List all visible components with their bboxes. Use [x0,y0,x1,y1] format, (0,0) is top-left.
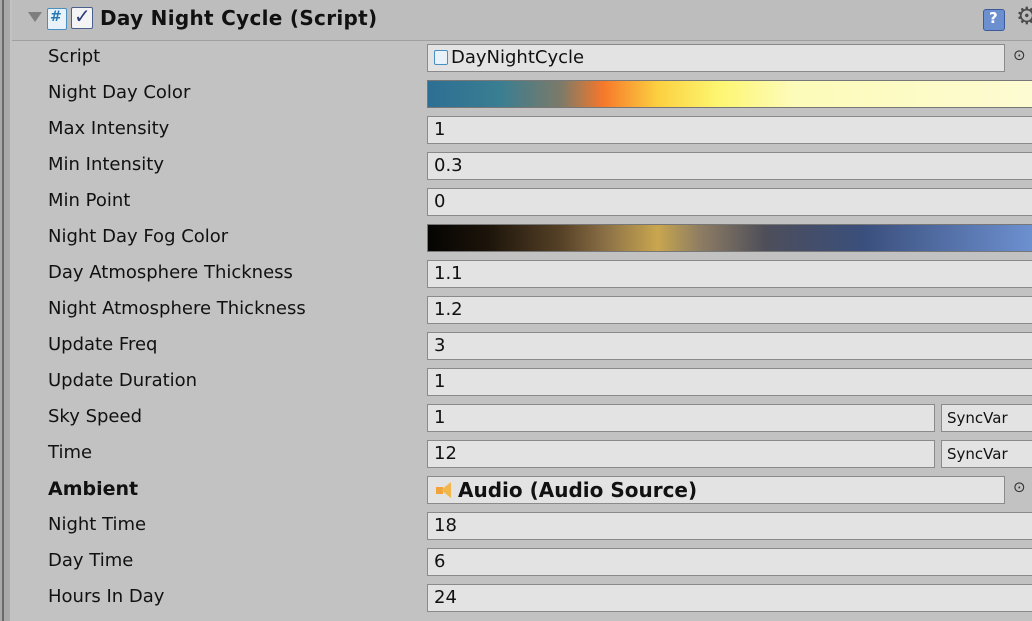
field-row-night-day-color: Night Day Color [12,76,1032,112]
ambient-object-field[interactable]: Audio (Audio Source) [427,476,1005,504]
field-label: Sky Speed [48,406,143,427]
ambient-object-name: Audio (Audio Source) [458,478,698,502]
field-label: Day Atmosphere Thickness [48,262,293,283]
night-atmosphere-thickness-input[interactable]: 1.2 [427,296,1032,324]
audio-source-icon [434,482,454,498]
field-label: Ambient [48,478,139,500]
field-label: Update Freq [48,334,158,355]
script-asset-icon [434,50,448,65]
inspector-left-edge [0,0,10,621]
day-time-input[interactable]: 6 [427,548,1032,576]
foldout-arrow-icon[interactable] [28,12,42,22]
field-label: Night Day Color [48,82,191,103]
sky-speed-input[interactable]: 1 [427,404,935,432]
field-label: Day Time [48,550,134,571]
update-freq-input[interactable]: 3 [427,332,1032,360]
field-label: Time [48,442,93,463]
field-row-night-time: Night Time 18 [12,508,1032,544]
field-label: Script [48,46,101,67]
max-intensity-input[interactable]: 1 [427,116,1032,144]
field-row-script: Script DayNightCycle ⊙ [12,40,1032,76]
time-input[interactable]: 12 [427,440,935,468]
help-icon[interactable] [983,9,1005,31]
field-label: Night Day Fog Color [48,226,229,247]
gear-icon[interactable]: ⚙ [1016,2,1032,30]
field-label: Max Intensity [48,118,170,139]
field-row-ambient: Ambient Audio (Audio Source) ⊙ [12,472,1032,508]
field-row-day-time: Day Time 6 [12,544,1032,580]
component-enabled-checkbox[interactable] [71,4,93,29]
object-picker-icon[interactable]: ⊙ [1013,46,1026,64]
field-row-night-day-fog-color: Night Day Fog Color [12,220,1032,256]
field-row-hours-in-day: Hours In Day 24 [12,580,1032,616]
csharp-script-icon [47,8,67,30]
field-label: Night Time [48,514,147,535]
night-time-input[interactable]: 18 [427,512,1032,540]
day-atmosphere-thickness-input[interactable]: 1.1 [427,260,1032,288]
min-point-input[interactable]: 0 [427,188,1032,216]
update-duration-input[interactable]: 1 [427,368,1032,396]
hours-in-day-input[interactable]: 24 [427,584,1032,612]
component-title: Day Night Cycle (Script) [100,6,378,30]
field-label: Hours In Day [48,586,165,607]
syncvar-badge: SyncVar [941,440,1032,468]
min-intensity-input[interactable]: 0.3 [427,152,1032,180]
object-picker-icon[interactable]: ⊙ [1013,478,1026,496]
field-row-time: Time 12 SyncVar [12,436,1032,472]
field-label: Update Duration [48,370,198,391]
left-edge-line [2,0,4,621]
syncvar-badge: SyncVar [941,404,1032,432]
component-header[interactable]: Day Night Cycle (Script) ⚙ [12,0,1032,41]
field-row-update-duration: Update Duration 1 [12,364,1032,400]
field-label: Min Intensity [48,154,165,175]
field-row-max-intensity: Max Intensity 1 [12,112,1032,148]
field-row-night-atmosphere-thickness: Night Atmosphere Thickness 1.2 [12,292,1032,328]
field-row-sky-speed: Sky Speed 1 SyncVar [12,400,1032,436]
field-row-min-point: Min Point 0 [12,184,1032,220]
script-name: DayNightCycle [451,47,585,68]
field-row-update-freq: Update Freq 3 [12,328,1032,364]
night-day-color-gradient[interactable] [427,80,1032,108]
night-day-fog-color-gradient[interactable] [427,224,1032,252]
field-row-day-atmosphere-thickness: Day Atmosphere Thickness 1.1 [12,256,1032,292]
field-label: Night Atmosphere Thickness [48,298,306,319]
field-row-min-intensity: Min Intensity 0.3 [12,148,1032,184]
script-object-field[interactable]: DayNightCycle [427,44,1005,72]
field-label: Min Point [48,190,131,211]
